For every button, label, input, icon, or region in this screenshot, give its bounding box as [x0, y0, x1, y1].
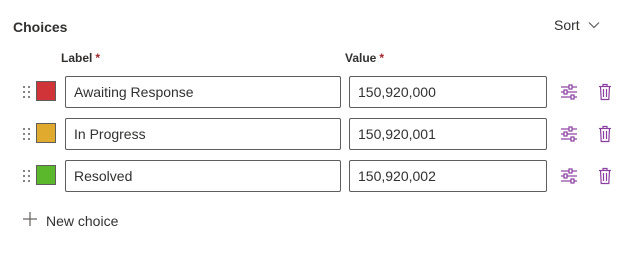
- chevron-down-icon: [588, 21, 600, 29]
- color-swatch[interactable]: [36, 165, 56, 185]
- required-marker: *: [95, 51, 101, 65]
- sliders-icon[interactable]: [559, 166, 579, 186]
- choice-label-input[interactable]: [65, 160, 341, 192]
- sort-label: Sort: [554, 17, 580, 33]
- value-column-text: Value: [345, 51, 377, 65]
- label-column-header: Label *: [61, 51, 100, 65]
- color-swatch[interactable]: [36, 81, 56, 101]
- choice-label-input[interactable]: [65, 76, 341, 108]
- required-marker: *: [379, 51, 385, 65]
- choice-value-input[interactable]: [349, 118, 547, 150]
- sort-button[interactable]: Sort: [554, 17, 600, 33]
- choice-row: [0, 160, 629, 192]
- trash-icon[interactable]: [595, 166, 615, 186]
- sliders-icon[interactable]: [559, 82, 579, 102]
- drag-handle-icon[interactable]: [22, 85, 30, 99]
- trash-icon[interactable]: [595, 82, 615, 102]
- label-column-text: Label: [61, 51, 93, 65]
- new-choice-label: New choice: [46, 212, 119, 229]
- choice-value-input[interactable]: [349, 76, 547, 108]
- section-title: Choices: [13, 19, 68, 35]
- choices-panel: Choices Sort Label * Value * Awaiting Re…: [0, 0, 629, 254]
- choice-row: [0, 76, 629, 108]
- sliders-icon[interactable]: [559, 124, 579, 144]
- choice-value-input[interactable]: [349, 160, 547, 192]
- new-choice-button[interactable]: New choice: [22, 211, 118, 230]
- drag-handle-icon[interactable]: [22, 127, 30, 141]
- value-column-header: Value *: [345, 51, 384, 65]
- drag-handle-icon[interactable]: [22, 169, 30, 183]
- plus-icon: [22, 211, 38, 230]
- choice-row: [0, 118, 629, 150]
- trash-icon[interactable]: [595, 124, 615, 144]
- choice-label-input[interactable]: [65, 118, 341, 150]
- color-swatch[interactable]: [36, 123, 56, 143]
